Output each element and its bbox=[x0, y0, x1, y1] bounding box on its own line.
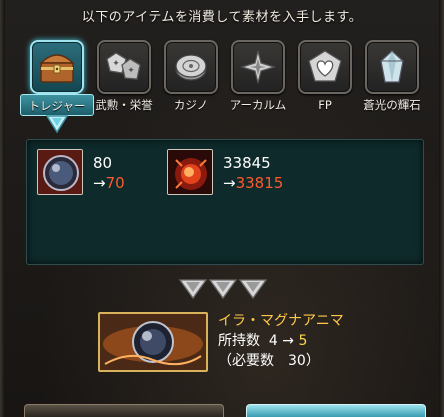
arcarum-star-icon bbox=[231, 40, 285, 94]
item-count-before: 33845 bbox=[223, 154, 271, 172]
item-count-after-value: 33815 bbox=[235, 174, 284, 192]
anima-orb-icon bbox=[98, 312, 208, 372]
tab-label: FP bbox=[318, 98, 332, 112]
arrow-text: → bbox=[223, 174, 236, 192]
frame-right bbox=[439, 0, 444, 417]
reward-required: （必要数 30） bbox=[218, 353, 320, 369]
frame-left bbox=[0, 0, 5, 417]
red-orb-icon bbox=[167, 149, 213, 195]
consume-panel: 80 →70 33845 →33815 bbox=[26, 139, 424, 265]
owned-to: 5 bbox=[298, 333, 308, 349]
item-count-after: →70 bbox=[93, 173, 125, 193]
tab-arcarum[interactable]: アーカルム bbox=[227, 36, 289, 120]
arrow-text: → bbox=[93, 174, 106, 192]
orb-icon bbox=[37, 149, 83, 195]
item-count-before: 80 bbox=[93, 154, 113, 172]
arrow-text: → bbox=[282, 333, 295, 349]
diamond-icon bbox=[208, 279, 238, 300]
confirm-button[interactable] bbox=[246, 404, 426, 417]
owned-label: 所持数 bbox=[218, 333, 260, 349]
treasure-chest-icon bbox=[30, 40, 84, 94]
crystal-icon bbox=[365, 40, 419, 94]
instruction-text: 以下のアイテムを消費して素材を入手します。 bbox=[81, 10, 363, 25]
diamond-icon bbox=[238, 279, 268, 300]
tab-label: カジノ bbox=[173, 98, 209, 112]
fp-heart-icon bbox=[298, 40, 352, 94]
reward-owned: 所持数 4 → 5 bbox=[218, 331, 344, 351]
tab-label: 蒼光の輝石 bbox=[363, 98, 421, 112]
active-tab-pointer-icon bbox=[45, 114, 69, 134]
owned-from: 4 bbox=[268, 333, 278, 349]
diamond-icon bbox=[178, 279, 208, 300]
tab-label: トレジャー bbox=[20, 94, 94, 116]
tab-label: 武勲・栄誉 bbox=[95, 98, 153, 112]
cancel-button[interactable] bbox=[24, 404, 224, 417]
casino-chip-icon bbox=[164, 40, 218, 94]
svg-text:✦: ✦ bbox=[127, 66, 135, 76]
reward-name: イラ・マグナアニマ bbox=[218, 313, 344, 329]
tab-casino[interactable]: カジノ bbox=[160, 36, 222, 120]
divider-ornament bbox=[178, 276, 270, 302]
tab-crystal[interactable]: 蒼光の輝石 bbox=[361, 36, 423, 120]
tab-label: アーカルム bbox=[229, 98, 287, 112]
tab-fp[interactable]: FP bbox=[294, 36, 356, 120]
reward-info: イラ・マグナアニマ 所持数 4 → 5 （必要数 30） bbox=[218, 311, 344, 371]
medals-icon: ✦ ✦ bbox=[97, 40, 151, 94]
item-count-after: →33815 bbox=[223, 173, 283, 193]
tab-treasure[interactable]: トレジャー bbox=[20, 36, 94, 120]
tab-medals[interactable]: ✦ ✦ 武勲・栄誉 bbox=[93, 36, 155, 120]
svg-text:✦: ✦ bbox=[112, 59, 120, 69]
category-tabs: トレジャー ✦ ✦ 武勲・栄誉 カジノ アーカルム FP 蒼光の輝石 bbox=[20, 36, 424, 120]
item-count-after-value: 70 bbox=[105, 174, 125, 192]
